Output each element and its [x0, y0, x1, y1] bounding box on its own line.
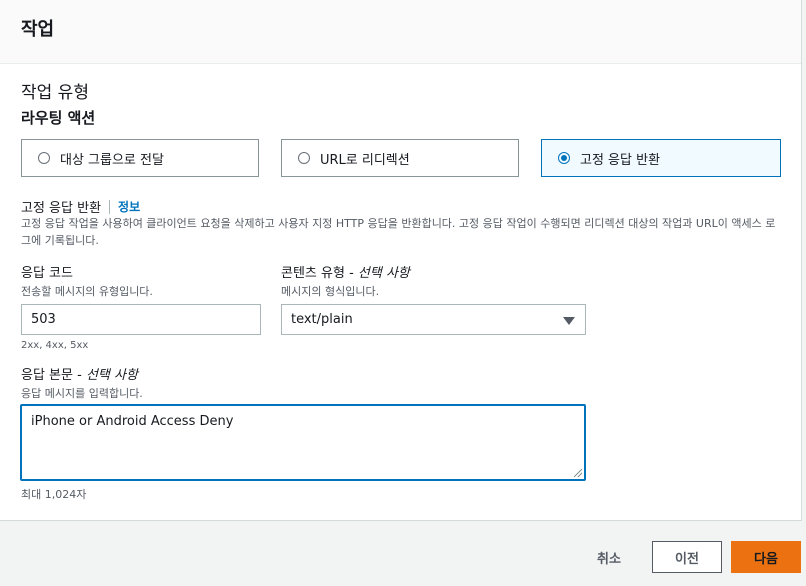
response-code-label: 응답 코드: [21, 266, 73, 281]
optional-text: 선택 사항: [357, 266, 410, 281]
cancel-button[interactable]: 취소: [580, 541, 638, 573]
resize-handle-icon[interactable]: [574, 469, 582, 477]
radio-option-label: URL로 리디렉션: [320, 152, 410, 168]
radio-button[interactable]: [38, 152, 50, 164]
action-panel: 작업 작업 유형 라우팅 액션 대상 그룹으로 전달 URL로 리디렉션 고정 …: [0, 0, 802, 521]
response-body-textarea[interactable]: iPhone or Android Access Deny: [20, 404, 586, 481]
content-type-label-text: 콘텐츠 유형 -: [281, 266, 358, 281]
divider: [109, 199, 111, 214]
response-body-label: 응답 본문 - 선택 사항: [21, 364, 138, 383]
response-code-constraint: 2xx, 4xx, 5xx: [21, 340, 89, 351]
content-type-select[interactable]: text/plain: [281, 304, 586, 335]
fixed-response-title: 고정 응답 반환: [21, 201, 102, 216]
routing-action-label: 라우팅 액션: [21, 109, 96, 127]
fixed-response-heading: 고정 응답 반환 정보: [21, 197, 140, 216]
content-type-value: text/plain: [291, 312, 353, 327]
previous-button[interactable]: 이전: [652, 541, 722, 573]
response-body-label-text: 응답 본문 -: [21, 368, 86, 383]
response-body-constraint: 최대 1,024자: [21, 488, 87, 501]
panel-title: 작업: [21, 19, 55, 40]
info-link[interactable]: 정보: [118, 198, 140, 215]
radio-option-label: 고정 응답 반환: [580, 152, 661, 168]
content-type-label: 콘텐츠 유형 - 선택 사항: [281, 262, 410, 281]
response-code-hint: 전송할 메시지의 유형입니다.: [21, 285, 153, 298]
radio-option-fixed-response[interactable]: 고정 응답 반환: [541, 139, 781, 177]
caret-down-icon: [563, 317, 575, 325]
next-button[interactable]: 다음: [731, 541, 801, 573]
fixed-response-description: 고정 응답 작업을 사용하여 클라이언트 요청을 삭제하고 사용자 지정 HTT…: [21, 217, 776, 247]
radio-button-selected[interactable]: [558, 152, 570, 164]
response-body-value: iPhone or Android Access Deny: [31, 414, 234, 429]
radio-option-forward-target-group[interactable]: 대상 그룹으로 전달: [21, 139, 259, 177]
radio-button[interactable]: [298, 152, 310, 164]
radio-option-label: 대상 그룹으로 전달: [60, 152, 164, 168]
panel-header: 작업: [0, 0, 801, 64]
optional-text: 선택 사항: [85, 368, 138, 383]
radio-option-redirect-url[interactable]: URL로 리디렉션: [281, 139, 519, 177]
response-body-hint: 응답 메시지를 입력합니다.: [21, 387, 143, 400]
response-code-input[interactable]: 503: [21, 304, 261, 335]
content-type-hint: 메시지의 형식입니다.: [281, 285, 380, 298]
action-type-label: 작업 유형: [21, 83, 89, 103]
